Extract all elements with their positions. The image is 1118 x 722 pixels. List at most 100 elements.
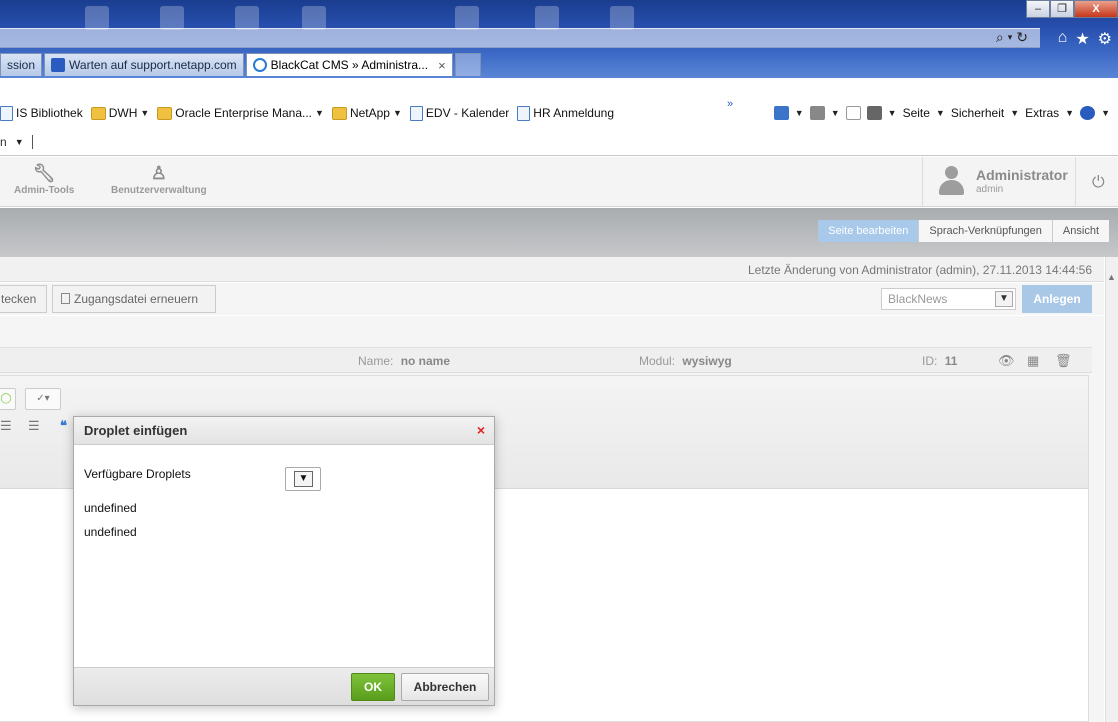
- favorite-edv-kalender[interactable]: EDV - Kalender: [409, 105, 510, 121]
- chevron-down-icon: ▼: [1010, 108, 1020, 118]
- module-value: wysiwyg: [682, 354, 732, 368]
- chevron-up-icon[interactable]: ▲: [1107, 272, 1116, 282]
- folder-icon: [157, 106, 173, 120]
- user-login: admin: [976, 184, 1004, 195]
- favorite-is-bibliothek[interactable]: IS Bibliothek: [0, 105, 83, 121]
- desktop-icon: [455, 6, 479, 30]
- tab-blackcat[interactable]: BlackCat CMS » Administra... ×: [245, 53, 453, 76]
- chevron-down-icon[interactable]: ▼: [15, 137, 24, 147]
- print-icon[interactable]: [866, 106, 882, 120]
- cancel-button[interactable]: Abbrechen: [401, 673, 489, 701]
- document-icon: [61, 293, 70, 304]
- blockquote-icon[interactable]: ❝: [60, 418, 67, 434]
- user-name: Administrator: [976, 167, 1068, 183]
- window-controls: – ❐ X: [1026, 0, 1118, 18]
- power-icon[interactable]: ⏻: [1092, 174, 1105, 192]
- cms-header: 🔧︎ Admin-Tools ♙ Benutzerverwaltung Admi…: [0, 157, 1118, 207]
- menu-page[interactable]: Seite: [903, 106, 930, 120]
- chevron-down-icon[interactable]: ▼: [831, 108, 840, 118]
- spellcheck-icon[interactable]: ✓▾: [25, 388, 61, 410]
- favorite-oracle[interactable]: Oracle Enterprise Mana... ▼: [157, 106, 324, 120]
- tab-netapp[interactable]: Warten auf support.netapp.com: [44, 53, 244, 76]
- hide-button[interactable]: tecken: [0, 285, 47, 313]
- favorite-label: Oracle Enterprise Mana...: [175, 106, 313, 120]
- tool-label: Admin-Tools: [14, 185, 75, 196]
- chevron-down-icon: ▼: [294, 471, 313, 487]
- browser-titlebar: – ❐ X ⌕ ▾ ↻ ⌂ ★ ⚙ ssion Warten auf suppo…: [0, 0, 1118, 78]
- available-droplets-label: Verfügbare Droplets: [84, 467, 191, 481]
- tab-label: Warten auf support.netapp.com: [69, 58, 237, 72]
- section-module: Modul: wysiwyg: [639, 354, 732, 368]
- tab-view[interactable]: Ansicht: [1051, 220, 1109, 242]
- align-right-icon[interactable]: ☰: [0, 418, 12, 434]
- module-select[interactable]: BlackNews ▼: [881, 288, 1016, 310]
- chevron-down-icon[interactable]: ▾: [1008, 29, 1013, 46]
- user-panel[interactable]: Administrator admin: [922, 157, 1076, 207]
- chevron-down-icon[interactable]: ▼: [795, 108, 804, 118]
- eye-icon[interactable]: 👁︎: [998, 353, 1015, 369]
- home-icon[interactable]: [773, 106, 789, 120]
- page-scrollbar[interactable]: ▲: [1105, 257, 1118, 722]
- page-tabs-bar: Seite bearbeiten Sprach-Verknüpfungen An…: [0, 208, 1118, 257]
- favorite-label: IS Bibliothek: [16, 106, 83, 120]
- menu-extras[interactable]: Extras: [1025, 106, 1059, 120]
- desktop-icon: [235, 6, 259, 30]
- user-management-button[interactable]: ♙ Benutzerverwaltung: [111, 163, 207, 196]
- droplet-select[interactable]: ▼: [285, 467, 321, 491]
- admin-tools-button[interactable]: 🔧︎ Admin-Tools: [14, 163, 74, 196]
- close-window-button[interactable]: X: [1074, 0, 1118, 18]
- address-bar[interactable]: [0, 28, 1040, 48]
- page-tabs: Seite bearbeiten Sprach-Verknüpfungen An…: [818, 220, 1109, 242]
- droplet-info-line: undefined: [84, 525, 137, 539]
- chevron-down-icon: ▼: [315, 108, 324, 118]
- users-icon: ♙: [150, 163, 167, 183]
- browser-tabs: ssion Warten auf support.netapp.com Blac…: [0, 53, 481, 77]
- droplet-info-line: undefined: [84, 501, 137, 515]
- desktop-icon: [535, 6, 559, 30]
- favorite-dwh[interactable]: DWH ▼: [90, 106, 149, 120]
- renew-access-file-button[interactable]: Zugangsdatei erneuern: [52, 285, 216, 313]
- tab-session[interactable]: ssion: [0, 53, 43, 76]
- home-icon[interactable]: ⌂: [1058, 29, 1068, 49]
- star-icon[interactable]: ★: [1075, 29, 1089, 49]
- justify-icon[interactable]: ☰: [28, 418, 40, 434]
- close-tab-icon[interactable]: ×: [438, 58, 446, 73]
- module-select-value: BlackNews: [888, 292, 948, 306]
- section-toolbar: tecken Zugangsdatei erneuern BlackNews ▼…: [0, 283, 1104, 315]
- favorite-label: DWH: [108, 106, 138, 120]
- address-tools: ⌕ ▾ ↻: [996, 29, 1028, 46]
- chevron-down-icon[interactable]: ▼: [888, 108, 897, 118]
- favorite-hr-anmeldung[interactable]: HR Anmeldung: [517, 105, 614, 121]
- tab-edit-page[interactable]: Seite bearbeiten: [818, 220, 919, 242]
- calendar-icon[interactable]: ▦: [1027, 353, 1039, 369]
- refresh-icon[interactable]: ↻: [1016, 29, 1028, 46]
- trash-icon[interactable]: 🗑︎: [1055, 353, 1072, 369]
- mail-icon[interactable]: [845, 106, 861, 120]
- new-tab-button[interactable]: [454, 53, 481, 76]
- section-header: Name: no name Modul: wysiwyg ID: 11 👁︎ ▦…: [0, 347, 1092, 373]
- favorite-netapp[interactable]: NetApp ▼: [331, 106, 402, 120]
- name-value: no name: [400, 354, 451, 368]
- close-icon[interactable]: ×: [477, 422, 485, 438]
- create-button[interactable]: Anlegen: [1022, 285, 1092, 313]
- tab-language-links[interactable]: Sprach-Verknüpfungen: [918, 220, 1052, 242]
- renew-label: Zugangsdatei erneuern: [74, 292, 199, 306]
- dialog-title: Droplet einfügen: [74, 417, 494, 445]
- ie-favicon-icon: [252, 58, 267, 72]
- favorite-label: NetApp: [349, 106, 390, 120]
- more-favorites-chevron-icon[interactable]: »: [727, 98, 733, 110]
- minimize-button[interactable]: –: [1026, 0, 1050, 18]
- chevron-down-icon[interactable]: ▼: [1101, 108, 1110, 118]
- chevron-down-icon: ▼: [935, 108, 945, 118]
- link-icon[interactable]: ◯: [0, 388, 16, 410]
- help-icon[interactable]: [1080, 106, 1096, 120]
- rss-icon[interactable]: [809, 106, 825, 120]
- menu-safety[interactable]: Sicherheit: [951, 106, 1004, 120]
- row2-label[interactable]: n: [0, 135, 7, 149]
- gear-icon[interactable]: ⚙: [1098, 29, 1112, 49]
- favorite-label: EDV - Kalender: [425, 106, 510, 120]
- favorite-label: HR Anmeldung: [533, 106, 614, 120]
- ok-button[interactable]: OK: [351, 673, 395, 701]
- search-icon[interactable]: ⌕: [996, 29, 1004, 46]
- restore-button[interactable]: ❐: [1050, 0, 1074, 18]
